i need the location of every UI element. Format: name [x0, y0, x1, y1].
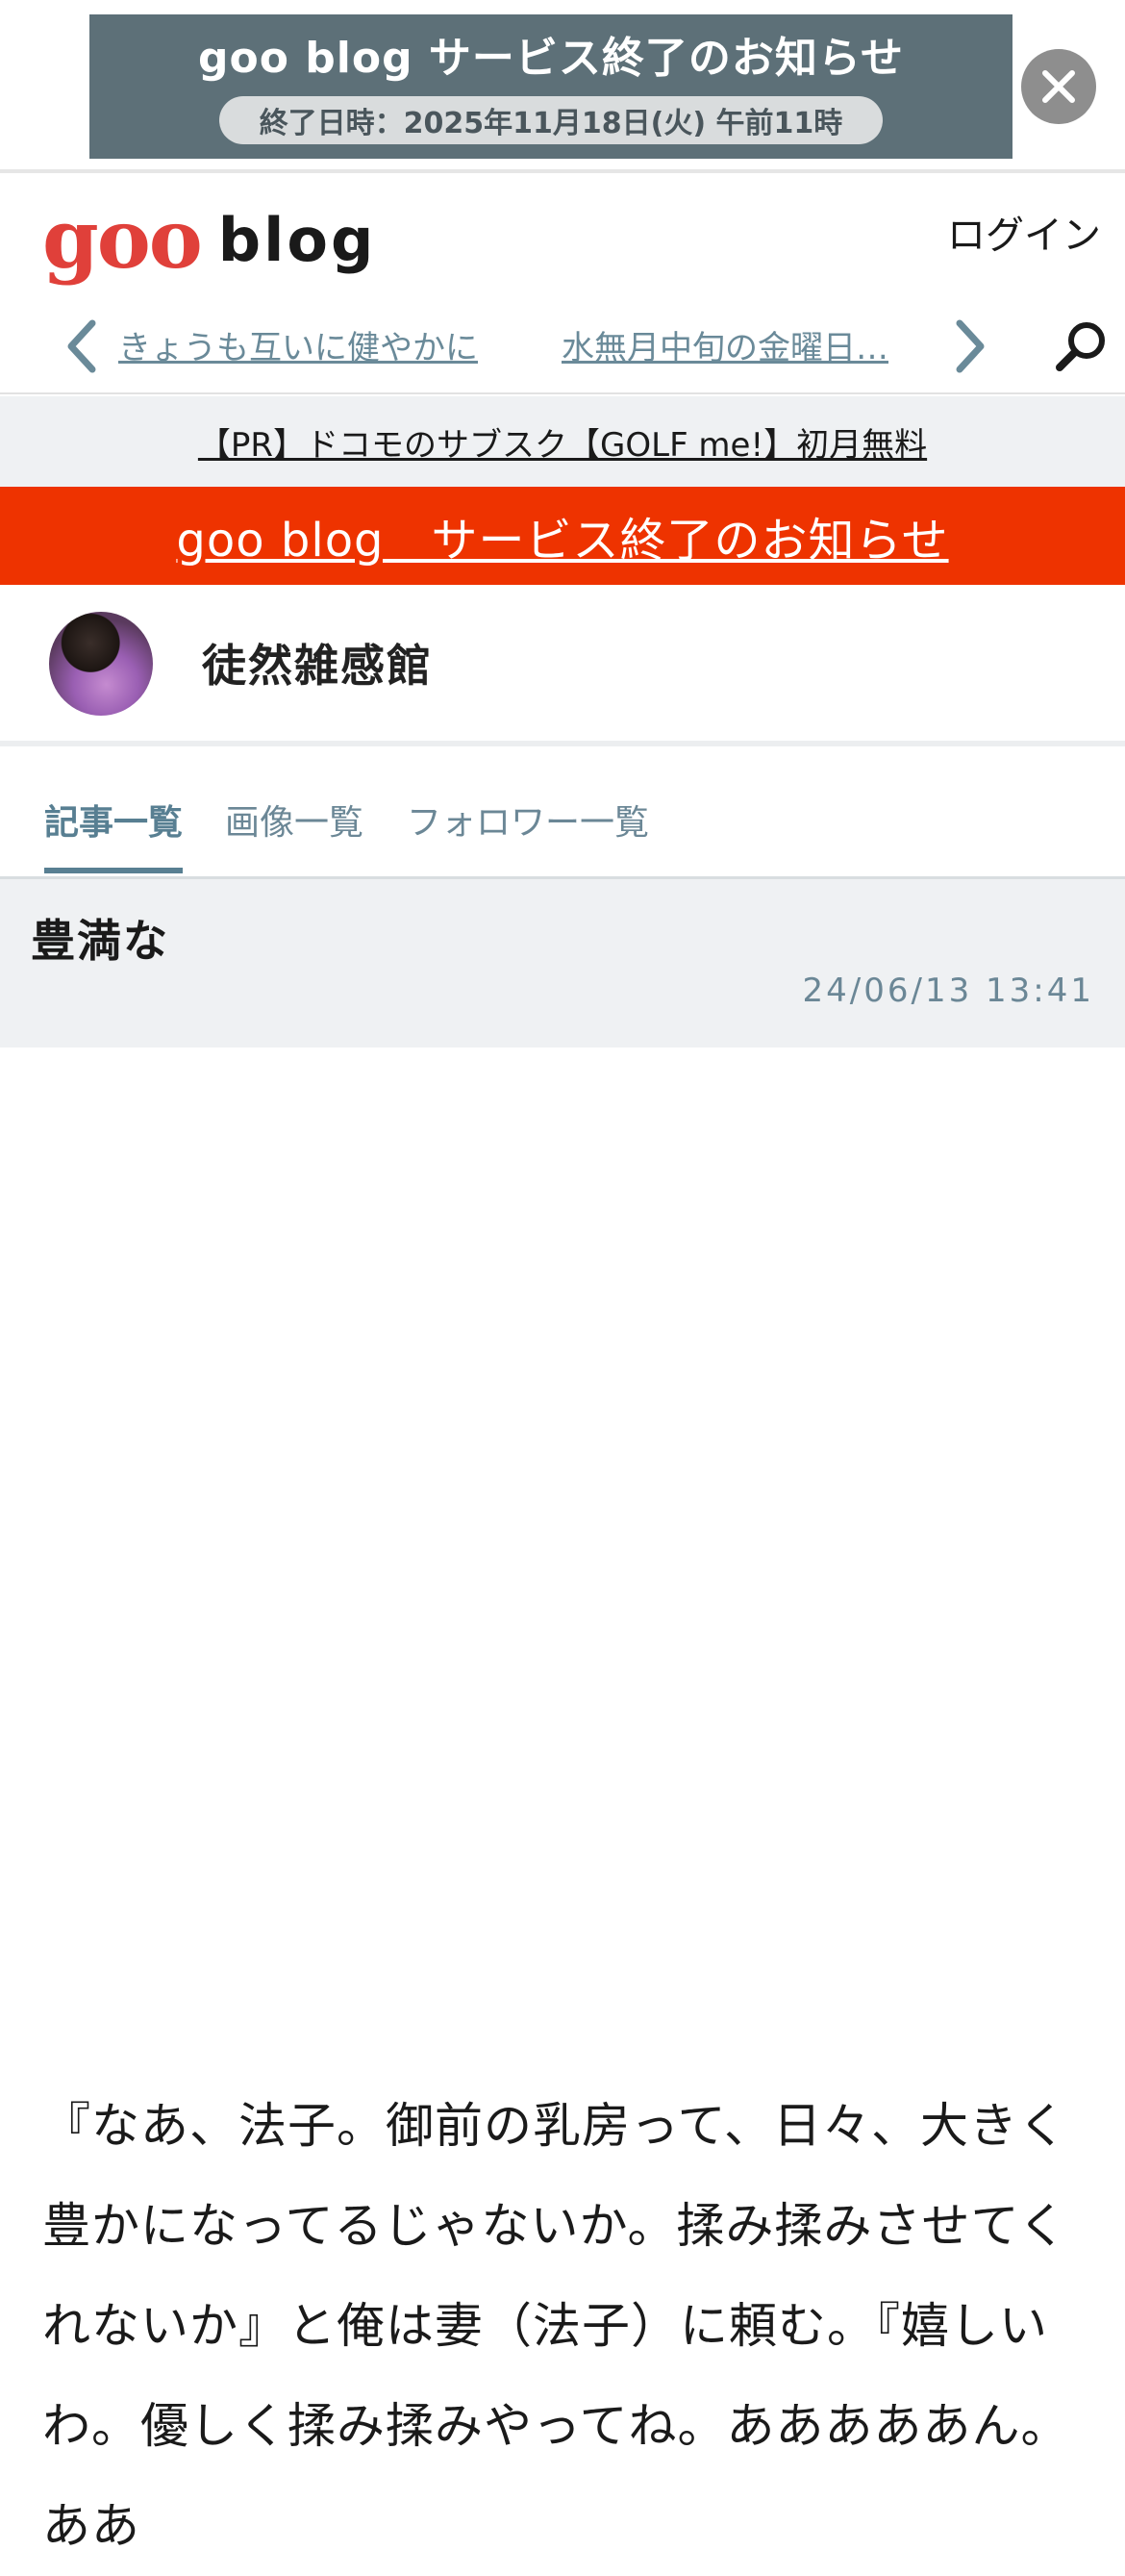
tab-followers[interactable]: フォロワー一覧 — [407, 795, 649, 868]
entry-body: 『なあ、法子。御前の乳房って、日々、大きく豊かになってるじゃないか。揉み揉みさせ… — [42, 2098, 1070, 2554]
entry-title: 豊満な — [31, 915, 169, 967]
tab-images[interactable]: 画像一覧 — [225, 795, 363, 868]
close-icon — [1042, 70, 1075, 103]
goo-blog-logo[interactable]: goo blog — [42, 196, 376, 283]
login-link[interactable]: ログイン — [947, 204, 1101, 260]
service-notice-image[interactable]: goo blog サービス終了のお知らせ 終了日時：2025年11月18日(火)… — [89, 14, 1012, 159]
article-nav: きょうも互いに健やかに 水無月中旬の金曜日… — [0, 298, 1125, 394]
service-end-banner: goo blog サービス終了のお知らせ — [0, 487, 1125, 585]
notice-title: goo blog サービス終了のお知らせ — [197, 34, 904, 83]
prev-article-link[interactable]: きょうも互いに健やかに — [118, 321, 503, 368]
chevron-right-icon — [956, 319, 985, 373]
blog-profile: 徒然雑感館 — [0, 585, 1125, 746]
logo-goo: goo — [42, 191, 203, 287]
entry-date: 24/06/13 13:41 — [802, 972, 1094, 1010]
prev-article-button[interactable] — [52, 316, 110, 377]
pr-link[interactable]: 【PR】ドコモのサブスク【GOLF me!】初月無料 — [198, 418, 927, 466]
search-button[interactable] — [1050, 316, 1112, 377]
notice-date: 終了日時：2025年11月18日(火) 午前11時 — [219, 96, 883, 144]
search-icon — [1056, 322, 1105, 371]
pr-bar: 【PR】ドコモのサブスク【GOLF me!】初月無料 — [0, 396, 1125, 487]
blog-name[interactable]: 徒然雑感館 — [202, 631, 433, 695]
avatar[interactable] — [49, 612, 153, 716]
tab-articles[interactable]: 記事一覧 — [44, 795, 184, 873]
blog-tabs: 記事一覧 画像一覧 フォロワー一覧 — [0, 760, 1125, 879]
next-article-link[interactable]: 水無月中旬の金曜日… — [562, 321, 917, 368]
service-end-link[interactable]: goo blog サービス終了のお知らせ — [176, 502, 948, 569]
notice-close-button[interactable] — [1021, 49, 1096, 124]
chevron-left-icon — [67, 319, 96, 373]
service-notice-bar: goo blog サービス終了のお知らせ 終了日時：2025年11月18日(火)… — [0, 0, 1125, 173]
next-article-button[interactable] — [942, 316, 1000, 377]
logo-blog: blog — [217, 204, 377, 275]
entry-header: 豊満な 24/06/13 13:41 — [0, 879, 1125, 1048]
site-header: goo blog ログイン — [0, 177, 1125, 298]
